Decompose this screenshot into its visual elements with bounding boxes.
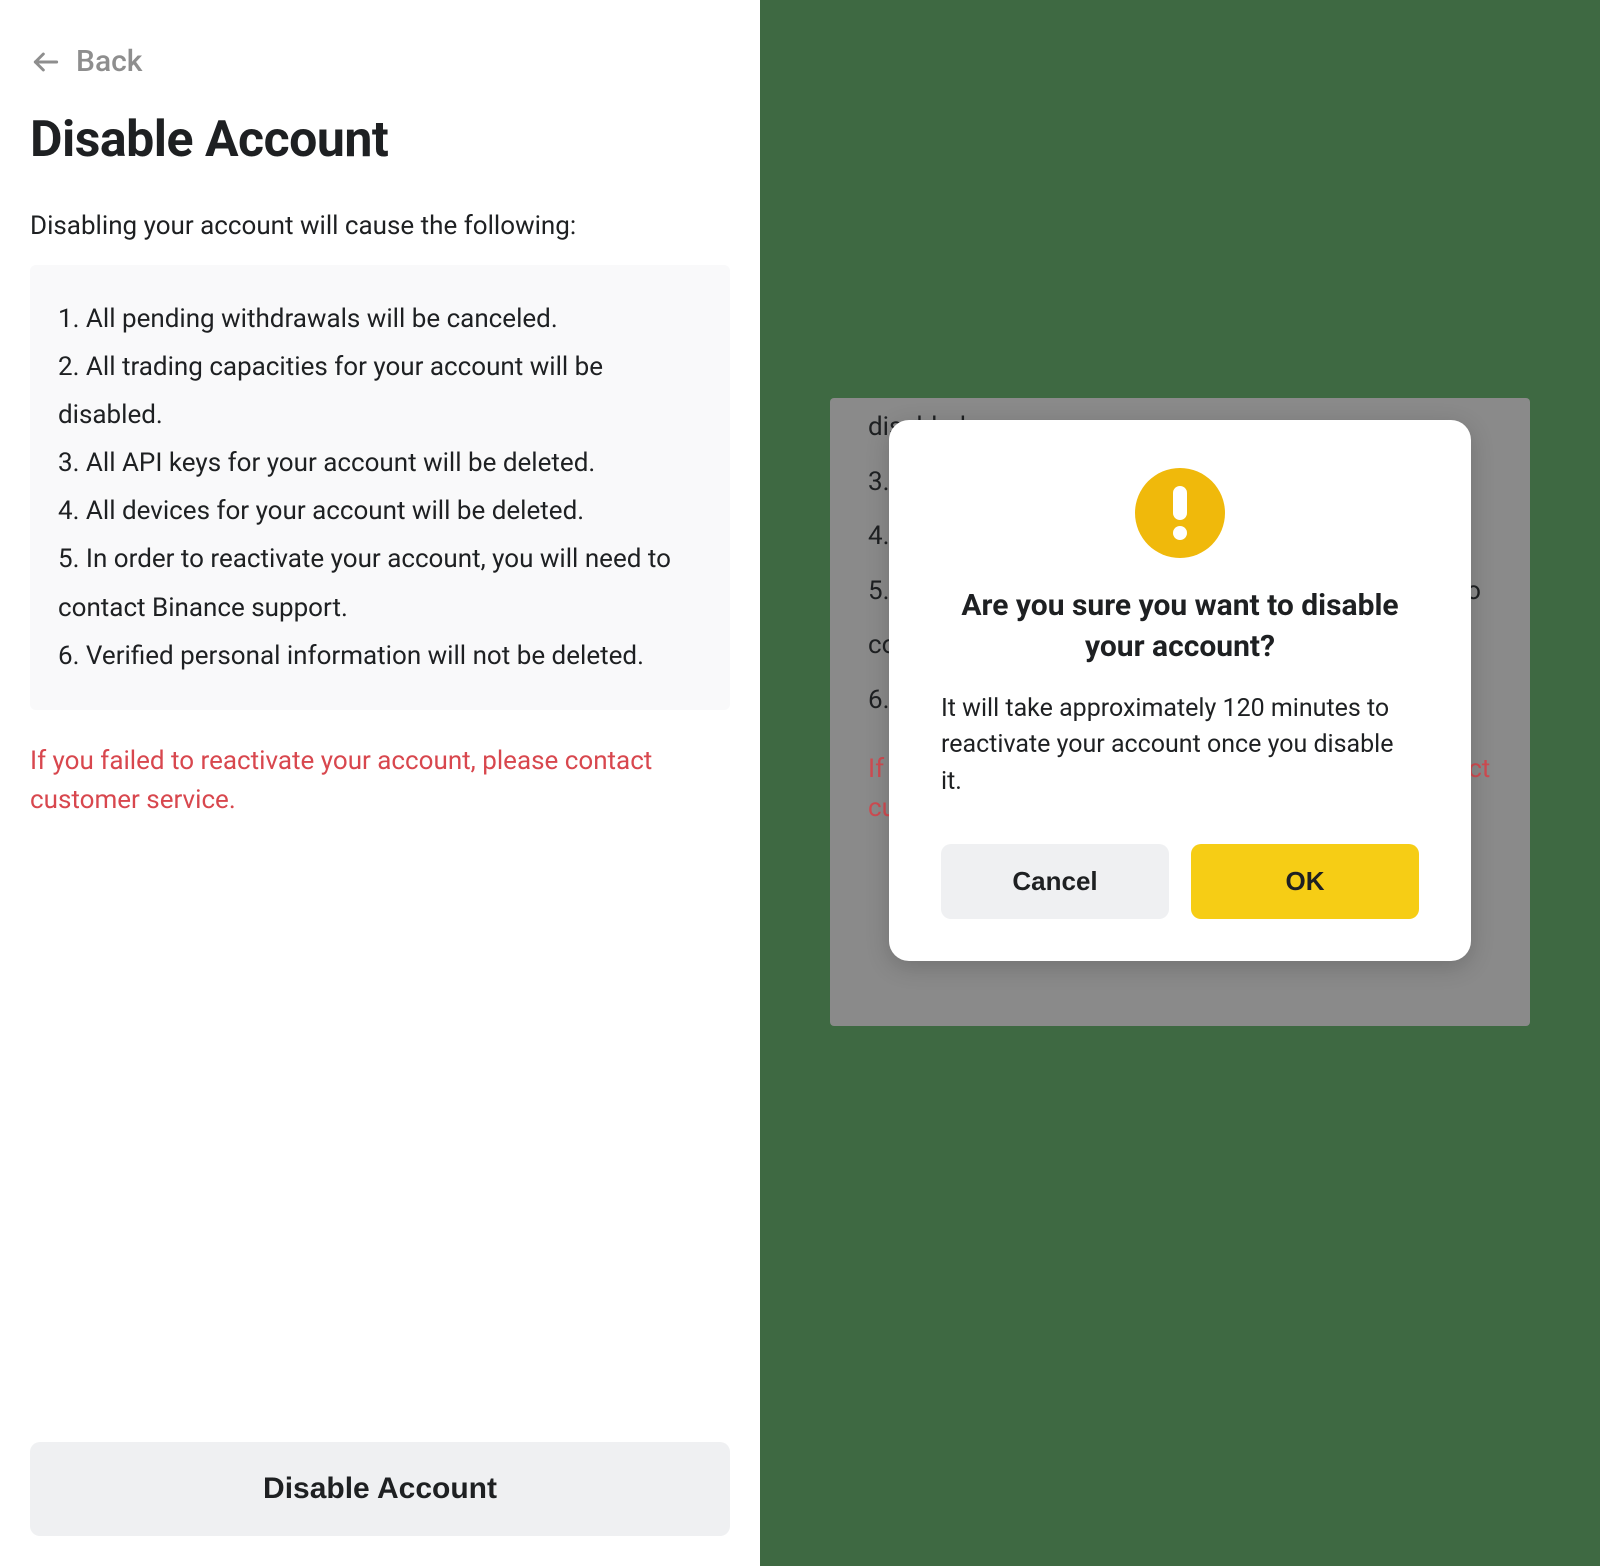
dimmed-background: disabled. 3. All API keys for your accou…: [830, 398, 1530, 1026]
warning-text: If you failed to reactivate your account…: [30, 742, 730, 820]
dialog-body: It will take approximately 120 minutes t…: [941, 691, 1419, 800]
list-item: 2. All trading capacities for your accou…: [58, 343, 702, 439]
disable-account-screen: Back Disable Account Disabling your acco…: [0, 0, 760, 1566]
confirmation-preview: disabled. 3. All API keys for your accou…: [760, 0, 1600, 1566]
list-item: 5. In order to reactivate your account, …: [58, 535, 702, 631]
page-title: Disable Account: [30, 111, 730, 169]
consequences-list: 1. All pending withdrawals will be cance…: [30, 265, 730, 710]
dialog-buttons: Cancel OK: [941, 844, 1419, 919]
dialog-title: Are you sure you want to disable your ac…: [941, 586, 1419, 667]
modal-icon-wrap: [941, 468, 1419, 558]
exclamation-icon: [1173, 486, 1187, 540]
disable-account-button[interactable]: Disable Account: [30, 1442, 730, 1536]
arrow-left-icon: [30, 46, 62, 78]
back-label: Back: [76, 44, 142, 79]
back-button[interactable]: Back: [30, 44, 730, 79]
list-item: 3. All API keys for your account will be…: [58, 439, 702, 487]
cancel-button[interactable]: Cancel: [941, 844, 1169, 919]
warning-icon: [1135, 468, 1225, 558]
list-item: 6. Verified personal information will no…: [58, 632, 702, 680]
list-item: 4. All devices for your account will be …: [58, 487, 702, 535]
list-item: 1. All pending withdrawals will be cance…: [58, 295, 702, 343]
intro-text: Disabling your account will cause the fo…: [30, 211, 730, 241]
confirm-disable-dialog: Are you sure you want to disable your ac…: [889, 420, 1471, 961]
ok-button[interactable]: OK: [1191, 844, 1419, 919]
